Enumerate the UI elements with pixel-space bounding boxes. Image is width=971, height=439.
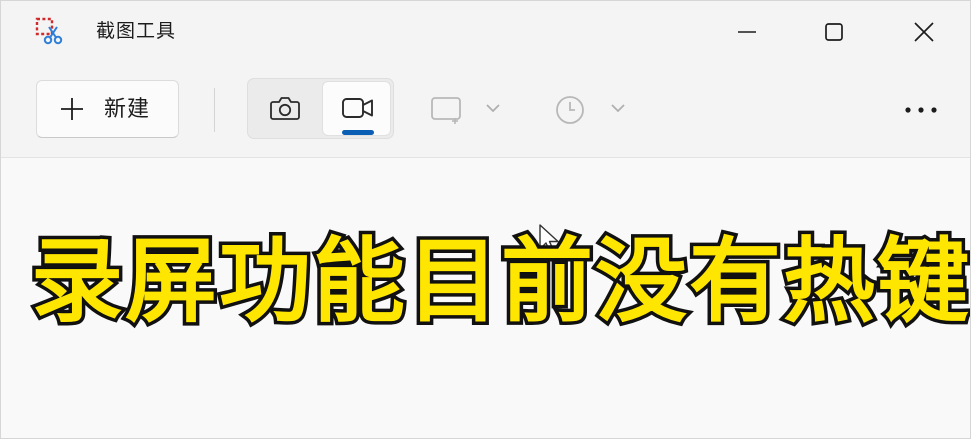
selected-mode-indicator [342,130,374,135]
maximize-button[interactable] [794,1,874,63]
chevron-down-icon [611,104,625,113]
content-area: 录屏功能目前没有热键 [1,157,971,438]
video-caption-overlay: 录屏功能目前没有热键 [28,225,971,339]
close-icon [914,22,934,42]
rectangle-snip-icon [431,97,461,124]
window-title: 截图工具 [96,20,177,42]
camera-icon [270,97,300,120]
snipping-tool-window: 截图工具 新建 录屏功能目前没有热键 [0,0,971,439]
snipping-tool-icon [35,17,63,45]
video-camera-icon [342,98,373,118]
record-mode-button[interactable] [322,81,391,136]
close-button[interactable] [884,1,964,63]
more-horizontal-icon [905,107,937,113]
delay-dropdown[interactable] [552,87,632,131]
capture-mode-switch [247,78,394,139]
snip-shape-dropdown[interactable] [429,87,509,131]
screenshot-mode-button[interactable] [250,81,319,136]
maximize-icon [825,23,843,41]
new-button-label: 新建 [104,97,151,122]
toolbar-divider [214,88,215,132]
minimize-button[interactable] [707,1,787,63]
new-button[interactable]: 新建 [36,80,179,138]
title-bar[interactable]: 截图工具 [1,1,970,63]
minimize-icon [738,31,756,33]
plus-icon [61,98,83,120]
clock-icon [556,96,584,124]
toolbar: 新建 [1,63,970,157]
chevron-down-icon [486,104,500,113]
more-options-button[interactable] [896,95,946,125]
